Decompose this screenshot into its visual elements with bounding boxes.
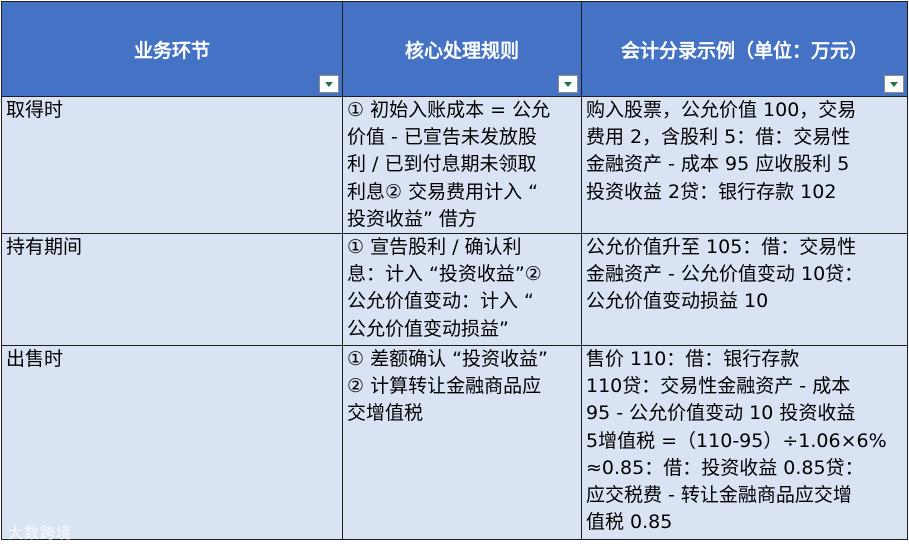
header-row: 业务环节 核心处理规则 会计分录示例（单位：万元）: [1, 1, 908, 97]
header-cell-entry: 会计分录示例（单位：万元）: [581, 1, 908, 97]
entry-line: 售价 110：借：银行存款: [586, 348, 800, 371]
entry-line: 金融资产 - 成本 95 应收股利 5: [586, 153, 850, 176]
rule-line: 公允价值变动损益”: [347, 317, 509, 340]
rule-line: ① 差额确认 “投资收益”: [347, 348, 548, 371]
rule-line: ① 初始入账成本 = 公允: [347, 99, 551, 121]
entry-line: 费用 2，含股利 5：借：交易性: [586, 126, 851, 149]
rule-cell[interactable]: ① 初始入账成本 = 公允 价值 - 已宣告未发放股 利 / 已到付息期未领取 …: [342, 95, 582, 235]
entry-line: 购入股票，公允价值 100，交易: [586, 99, 857, 121]
entry-line: 值税 0.85: [586, 511, 673, 534]
table-row: 取得时 ① 初始入账成本 = 公允 价值 - 已宣告未发放股 利 / 已到付息期…: [1, 95, 908, 235]
entry-cell[interactable]: 购入股票，公允价值 100，交易 费用 2，含股利 5：借：交易性 金融资产 -…: [581, 95, 908, 235]
watermark-logo: 大数跨境: [8, 522, 72, 543]
rule-cell[interactable]: ① 宣告股利 / 确认利 息：计入 “投资收益”② 公允价值变动：计入 “ 公允…: [342, 233, 582, 347]
rule-line: 交增值税: [347, 402, 424, 425]
entry-cell[interactable]: 公允价值升至 105：借：交易性 金融资产 - 公允价值变动 10贷： 公允价值…: [581, 233, 908, 347]
entry-cell[interactable]: 售价 110：借：银行存款 110贷：交易性金融资产 - 成本 95 - 公允价…: [581, 345, 908, 541]
header-label: 业务环节: [133, 39, 210, 62]
rule-line: 利息② 交易费用计入 “: [347, 180, 538, 203]
entry-line: 投资收益 2贷：银行存款 102: [586, 180, 837, 203]
rule-line: 公允价值变动：计入 “: [347, 290, 534, 313]
watermark-text: 大数跨境: [8, 524, 73, 542]
entry-line: 应交税费 - 转让金融商品应交增: [586, 484, 852, 507]
filter-dropdown-icon[interactable]: [558, 75, 578, 93]
stage-text: 取得时: [6, 99, 64, 121]
header-label: 会计分录示例（单位：万元）: [620, 39, 868, 62]
rule-line: 价值 - 已宣告未发放股: [347, 126, 537, 149]
entry-line: 5增值税 =（110-95）÷1.06×6%: [586, 429, 887, 452]
entry-line: ≈0.85：借：投资收益 0.85贷：: [586, 456, 864, 479]
rule-line: 利 / 已到付息期未领取: [347, 153, 537, 176]
rule-line: 投资收益” 借方: [347, 207, 477, 230]
stage-cell[interactable]: 出售时: [1, 345, 343, 541]
header-cell-rule: 核心处理规则: [342, 1, 582, 97]
header-cell-stage: 业务环节: [1, 1, 343, 97]
entry-line: 95 - 公允价值变动 10 投资收益: [586, 402, 856, 425]
table-row: 持有期间 ① 宣告股利 / 确认利 息：计入 “投资收益”② 公允价值变动：计入…: [1, 233, 908, 347]
filter-dropdown-icon[interactable]: [319, 75, 339, 93]
rule-cell[interactable]: ① 差额确认 “投资收益” ② 计算转让金融商品应 交增值税: [342, 345, 582, 541]
accounting-table: 业务环节 核心处理规则 会计分录示例（单位：万元） 取得时 ① 初始入账成本 =…: [1, 1, 908, 541]
entry-line: 公允价值升至 105：借：交易性: [586, 236, 857, 259]
header-label: 核心处理规则: [404, 39, 519, 62]
rule-line: ① 宣告股利 / 确认利: [347, 236, 522, 259]
stage-text: 持有期间: [6, 236, 83, 259]
stage-cell[interactable]: 取得时: [1, 95, 343, 235]
rule-line: ② 计算转让金融商品应: [347, 375, 542, 398]
entry-line: 金融资产 - 公允价值变动 10贷：: [586, 263, 864, 286]
filter-dropdown-icon[interactable]: [884, 75, 904, 93]
stage-text: 出售时: [6, 348, 64, 371]
rule-line: 息：计入 “投资收益”②: [347, 263, 542, 286]
entry-line: 公允价值变动损益 10: [586, 290, 769, 313]
table-row: 出售时 ① 差额确认 “投资收益” ② 计算转让金融商品应 交增值税 售价 11…: [1, 345, 908, 541]
stage-cell[interactable]: 持有期间: [1, 233, 343, 347]
entry-line: 110贷：交易性金融资产 - 成本: [586, 375, 851, 398]
